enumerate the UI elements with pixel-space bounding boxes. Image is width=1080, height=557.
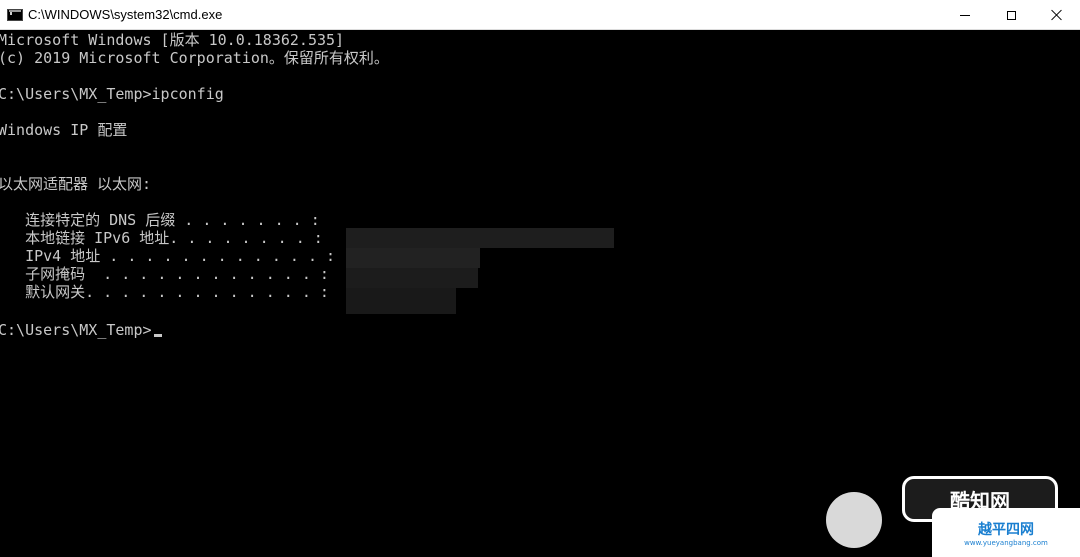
title-bar[interactable]: C:\WINDOWS\system32\cmd.exe	[0, 0, 1080, 30]
console-prompt-line[interactable]: C:\Users\MX_Temp>	[0, 321, 162, 339]
window-title: C:\WINDOWS\system32\cmd.exe	[28, 7, 223, 22]
redacted-value	[346, 228, 614, 248]
console-line: 默认网关. . . . . . . . . . . . . :	[0, 283, 329, 301]
close-icon	[1051, 9, 1063, 21]
window-controls	[942, 0, 1080, 30]
maximize-button[interactable]	[988, 0, 1034, 30]
console-line: 子网掩码 . . . . . . . . . . . . :	[0, 265, 329, 283]
redacted-value	[346, 248, 480, 268]
console-prompt: C:\Users\MX_Temp>	[0, 321, 152, 339]
minimize-button[interactable]	[942, 0, 988, 30]
close-button[interactable]	[1034, 0, 1080, 30]
redacted-value	[346, 288, 456, 314]
console-line: (c) 2019 Microsoft Corporation。保留所有权利。	[0, 49, 389, 67]
console-line: 连接特定的 DNS 后缀 . . . . . . . :	[0, 211, 320, 229]
console-line: IPv4 地址 . . . . . . . . . . . . :	[0, 247, 336, 265]
console-output[interactable]: Microsoft Windows [版本 10.0.18362.535] (c…	[0, 30, 1080, 557]
maximize-icon	[1006, 10, 1016, 20]
console-line: Microsoft Windows [版本 10.0.18362.535]	[0, 31, 345, 49]
console-line: 本地链接 IPv6 地址. . . . . . . . :	[0, 229, 323, 247]
console-line: 以太网适配器 以太网:	[0, 175, 152, 193]
cmd-app-icon[interactable]	[7, 8, 23, 21]
console-line: Windows IP 配置	[0, 121, 128, 139]
redacted-value	[346, 268, 478, 288]
text-cursor	[153, 334, 162, 337]
cmd-window: C:\WINDOWS\system32\cmd.exe Microsoft Wi…	[0, 0, 1080, 557]
minimize-icon	[960, 14, 970, 16]
console-line: C:\Users\MX_Temp>ipconfig	[0, 85, 224, 103]
